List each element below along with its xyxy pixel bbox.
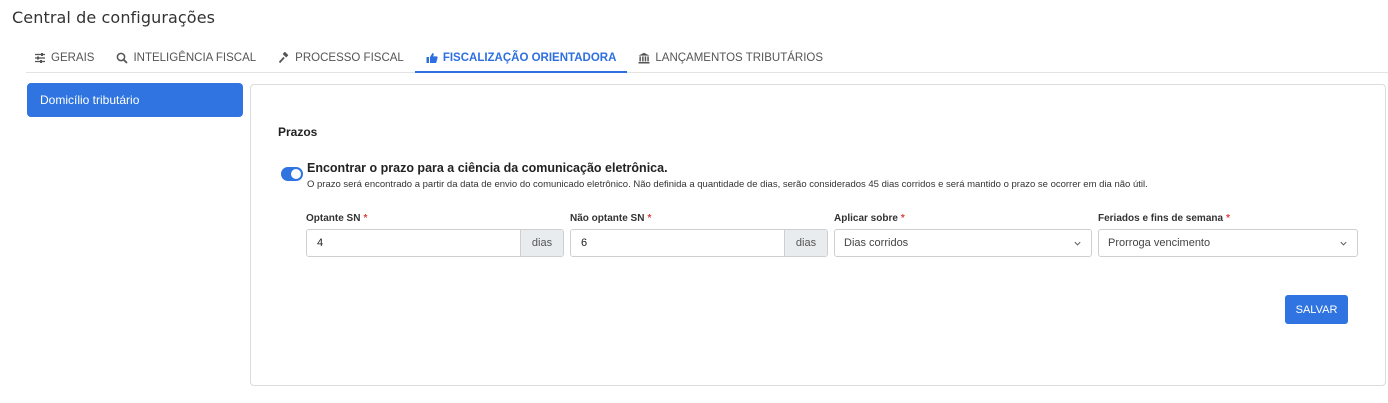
- tab-bar: Gerais Inteligência fiscal Processo fisc…: [26, 44, 1388, 73]
- nao-optante-sn-label: Não optante SN *: [570, 213, 651, 224]
- save-button[interactable]: SALVAR: [1285, 295, 1348, 324]
- tab-lancamentos-tributarios[interactable]: Lançamentos tributários: [627, 44, 834, 72]
- toggle-knob: [291, 169, 301, 179]
- nao-optante-sn-input[interactable]: [571, 230, 784, 256]
- label-text: Não optante SN: [570, 213, 645, 224]
- optante-sn-label: Optante SN *: [306, 213, 367, 224]
- settings-card: Prazos Encontrar o prazo para a ciência …: [250, 84, 1386, 386]
- aplicar-sobre-select[interactable]: Dias corridos: [834, 229, 1092, 257]
- feriados-select[interactable]: Prorroga vencimento: [1098, 229, 1358, 257]
- bank-icon: [638, 52, 650, 64]
- required-marker: *: [1226, 213, 1230, 224]
- tab-label: Gerais: [51, 52, 95, 64]
- tab-fiscalizacao-orientadora[interactable]: Fiscalização orientadora: [414, 44, 628, 73]
- tab-label: Inteligência fiscal: [133, 52, 257, 64]
- sidebar-item-label: Domicílio tributário: [40, 93, 140, 107]
- tab-processo-fiscal[interactable]: Processo fiscal: [267, 44, 415, 72]
- search-icon: [117, 52, 129, 64]
- label-text: Feriados e fins de semana: [1098, 213, 1224, 224]
- aplicar-sobre-label: Aplicar sobre *: [834, 213, 905, 224]
- option-title: Encontrar o prazo para a ciência da comu…: [307, 161, 668, 175]
- required-marker: *: [647, 213, 652, 224]
- tab-label: Fiscalização orientadora: [442, 51, 617, 64]
- thumbs-up-icon: [426, 52, 438, 63]
- chevron-down-icon: [1074, 241, 1081, 246]
- nao-optante-sn-group: dias: [570, 229, 828, 257]
- feriados-label: Feriados e fins de semana *: [1098, 213, 1230, 224]
- tab-inteligencia-fiscal[interactable]: Inteligência fiscal: [105, 44, 267, 72]
- select-value: Prorroga vencimento: [1108, 237, 1211, 249]
- tab-gerais[interactable]: Gerais: [26, 44, 105, 72]
- tab-label: Lançamentos tributários: [655, 52, 824, 64]
- gavel-icon: [279, 52, 289, 64]
- optante-sn-group: dias: [306, 229, 564, 257]
- sliders-icon: [35, 53, 45, 63]
- optante-sn-input[interactable]: [307, 230, 520, 256]
- page-title: Central de configurações: [12, 8, 216, 27]
- required-marker: *: [900, 213, 905, 224]
- dias-addon: dias: [784, 230, 827, 256]
- section-title: Prazos: [278, 125, 318, 139]
- sidebar-item-domicilio-tributario[interactable]: Domicílio tributário: [27, 83, 243, 117]
- chevron-down-icon: [1340, 241, 1347, 246]
- label-text: Aplicar sobre: [834, 213, 898, 224]
- label-text: Optante SN: [306, 213, 361, 224]
- tab-label: Processo fiscal: [295, 52, 404, 64]
- required-marker: *: [363, 213, 368, 224]
- dias-addon: dias: [520, 230, 563, 256]
- ciencia-toggle-switch[interactable]: [281, 167, 303, 181]
- select-value: Dias corridos: [844, 237, 909, 249]
- option-description: O prazo será encontrado a partir da data…: [307, 179, 1148, 190]
